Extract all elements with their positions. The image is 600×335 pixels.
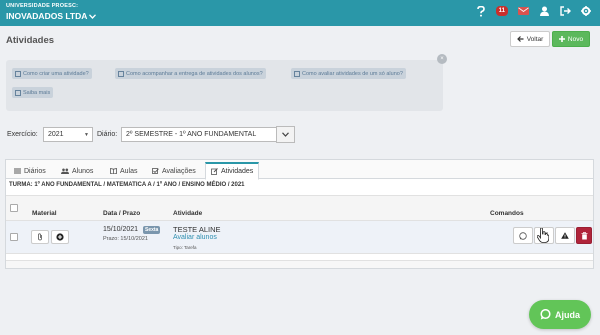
help-link-create[interactable]: Como criar uma atividade? [12, 68, 92, 79]
tab-aulas[interactable]: Aulas [105, 163, 143, 179]
caret-down-icon: ▼ [84, 132, 89, 138]
tab-avaliacoes[interactable]: Avaliações [147, 163, 201, 179]
exercicio-label: Exercício: [7, 131, 38, 138]
back-button[interactable]: Voltar [510, 31, 550, 47]
settings-icon[interactable] [580, 5, 592, 17]
mail-icon[interactable] [517, 5, 529, 17]
activities-panel: Diários Alunos Aulas Avaliações Atividad… [5, 159, 594, 269]
help-chat-button[interactable]: Ajuda [529, 300, 591, 329]
page-title: Atividades [6, 35, 55, 46]
row-checkbox[interactable] [10, 233, 18, 241]
tab-atividades[interactable]: Atividades [205, 162, 260, 180]
col-atividade: Atividade [173, 210, 203, 217]
help-link-evaluate-label: Como avaliar atividades de um só aluno? [302, 70, 403, 77]
tab-alunos-label: Alunos [72, 167, 94, 175]
book-icon [15, 89, 21, 96]
tab-alunos[interactable]: Alunos [56, 163, 98, 179]
diario-value: 2º SEMESTRE - 1º ANO FUNDAMENTAL [126, 131, 257, 138]
new-button[interactable]: Novo [552, 31, 590, 47]
hand-cursor-icon [537, 228, 549, 243]
book-icon [118, 70, 124, 77]
company-name: INOVADADOS LTDA [6, 11, 88, 21]
book-icon [15, 70, 21, 77]
select-all-checkbox[interactable] [10, 204, 18, 212]
activity-type: Tipo: Tarefa [173, 245, 197, 250]
help-panel: Como criar uma atividade? Como acompanha… [6, 60, 443, 111]
help-link-evaluate[interactable]: Como avaliar atividades de um só aluno? [291, 68, 406, 79]
col-comandos: Comandos [490, 210, 524, 217]
trash-icon [581, 231, 587, 239]
help-link-track[interactable]: Como acompanhar a entrega de atividades … [115, 68, 266, 79]
plus-icon [558, 36, 565, 42]
book-icon [294, 70, 300, 77]
diario-dropdown-button[interactable] [276, 126, 295, 143]
warning-button[interactable] [555, 227, 575, 244]
edit-icon [211, 168, 218, 175]
tab-diarios-label: Diários [24, 167, 46, 175]
whatsapp-button[interactable] [513, 227, 533, 244]
paperclip-icon [38, 233, 42, 241]
diario-label: Diário: [97, 131, 118, 138]
activity-title: TESTE ALINE [173, 225, 221, 234]
users-icon [61, 168, 69, 174]
institution-name: UNIVERSIDADE PROESC: [6, 3, 79, 9]
attach-button[interactable] [31, 230, 49, 244]
book-icon [110, 168, 117, 174]
help-icon[interactable] [475, 5, 487, 17]
tab-aulas-label: Aulas [120, 167, 138, 175]
col-material: Material [32, 210, 57, 217]
top-bar: UNIVERSIDADE PROESC: INOVADADOS LTDA 11 [0, 0, 600, 26]
list-icon [14, 168, 21, 174]
notifications-badge[interactable]: 11 [495, 6, 508, 16]
tab-diarios[interactable]: Diários [9, 163, 51, 179]
tab-bar: Diários Alunos Aulas Avaliações Atividad… [6, 160, 593, 180]
user-icon[interactable] [538, 5, 550, 17]
check-icon [152, 168, 159, 174]
tab-atividades-label: Atividades [221, 168, 254, 175]
logout-icon[interactable] [559, 5, 571, 17]
company-selector[interactable]: INOVADADOS LTDA [6, 11, 97, 21]
diario-select[interactable]: 2º SEMESTRE - 1º ANO FUNDAMENTAL [121, 127, 277, 142]
chevron-down-icon [282, 132, 289, 137]
table-row: 15/10/2021 Sexta Prazo: 15/10/2021 TESTE… [6, 221, 593, 254]
class-info: TURMA: 1º ANO FUNDAMENTAL / MATEMATICA A… [9, 182, 245, 188]
new-button-label: Novo [567, 35, 584, 43]
table-header: Material Data / Prazo Atividade Comandos [6, 195, 593, 221]
evaluate-students-link[interactable]: Avaliar alunos [173, 234, 217, 241]
exercicio-select[interactable]: 2021 ▼ [43, 127, 93, 142]
whatsapp-icon [519, 231, 527, 240]
help-link-more-label: Saiba mais [23, 89, 51, 96]
chevron-down-icon [89, 13, 97, 19]
activity-deadline: Prazo: 15/10/2021 [103, 236, 148, 242]
close-help-icon[interactable]: × [437, 54, 447, 64]
plus-circle-icon [56, 233, 64, 241]
help-chat-label: Ajuda [554, 309, 580, 320]
top-icons: 11 [475, 5, 592, 17]
back-button-label: Voltar [526, 35, 544, 43]
tab-avaliacoes-label: Avaliações [162, 167, 196, 175]
arrow-left-icon [516, 36, 524, 42]
help-link-more[interactable]: Saiba mais [12, 87, 54, 98]
day-badge: Sexta [143, 226, 161, 234]
col-data-prazo: Data / Prazo [103, 210, 141, 217]
exercicio-value: 2021 [48, 131, 64, 138]
delete-button[interactable] [576, 227, 592, 244]
table-footer [6, 260, 593, 268]
activity-date: 15/10/2021 [103, 226, 139, 233]
help-link-track-label: Como acompanhar a entrega de atividades … [126, 70, 263, 77]
help-link-create-label: Como criar uma atividade? [23, 70, 89, 77]
chat-bubble-icon [540, 309, 551, 320]
add-material-button[interactable] [51, 230, 69, 244]
warning-icon [561, 232, 569, 239]
